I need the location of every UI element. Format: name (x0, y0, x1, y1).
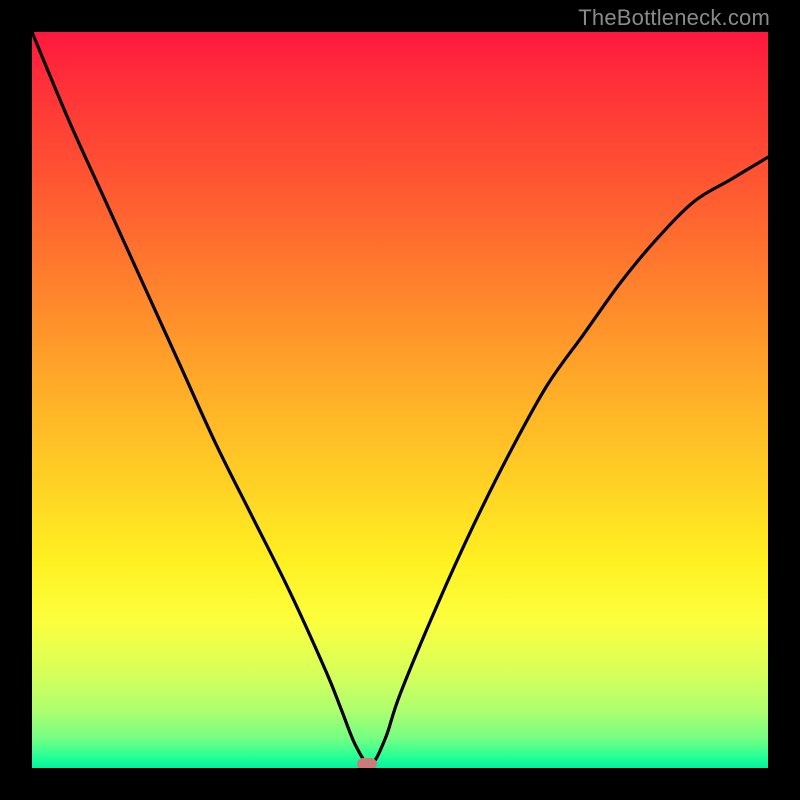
optimal-point-marker (357, 758, 377, 768)
bottleneck-curve (32, 32, 768, 768)
chart-frame: TheBottleneck.com (0, 0, 800, 800)
plot-area (32, 32, 768, 768)
watermark-label: TheBottleneck.com (578, 5, 770, 31)
curve-path (32, 32, 768, 764)
